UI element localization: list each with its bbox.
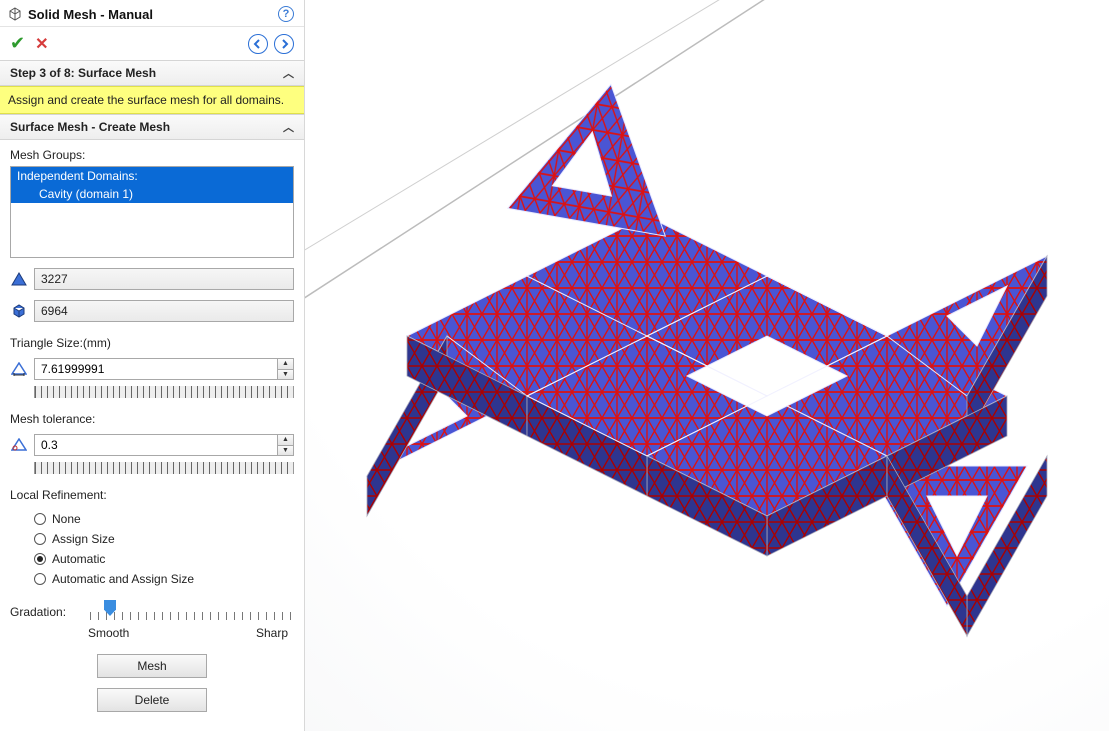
collapse-section-icon[interactable]: ︿ [283, 119, 294, 135]
refinement-option-label: Automatic [52, 552, 105, 566]
element-count-row: 6964 [10, 300, 294, 322]
mesh-preview [337, 16, 1077, 716]
node-count-row: 3227 [10, 268, 294, 290]
mesh-tolerance-spinner[interactable]: ▲▼ [277, 435, 293, 455]
section-body: Mesh Groups: Independent Domains: Cavity… [0, 140, 304, 722]
mesh-tolerance-row: ▲▼ [10, 434, 294, 456]
triangle-size-spinner[interactable]: ▲▼ [277, 359, 293, 379]
panel-title: Solid Mesh - Manual [28, 7, 278, 22]
triangle-size-row: ▲▼ [10, 358, 294, 380]
next-step-button[interactable] [274, 34, 294, 54]
panel-header: Solid Mesh - Manual ? [0, 0, 304, 27]
mesh-tolerance-input-wrap: ▲▼ [34, 434, 294, 456]
size-icon [10, 361, 28, 377]
cancel-icon[interactable]: ✕ [35, 34, 48, 54]
prev-step-button[interactable] [248, 34, 268, 54]
node-count-readout: 3227 [34, 268, 294, 290]
element-count-readout: 6964 [34, 300, 294, 322]
mesh-tolerance-label: Mesh tolerance: [10, 412, 294, 426]
radio-icon[interactable] [34, 533, 46, 545]
step-instruction: Assign and create the surface mesh for a… [0, 86, 304, 114]
mesh-tolerance-scale[interactable] [34, 462, 294, 474]
section-heading-text: Surface Mesh - Create Mesh [10, 120, 170, 134]
gradation-label: Gradation: [10, 605, 80, 619]
triangle-size-input-wrap: ▲▼ [34, 358, 294, 380]
cube-icon [8, 7, 22, 21]
mesh-button[interactable]: Mesh [97, 654, 207, 678]
refinement-option[interactable]: Assign Size [34, 532, 294, 546]
radio-icon[interactable] [34, 513, 46, 525]
ok-icon[interactable]: ✔ [10, 33, 25, 54]
triangle-size-scale[interactable] [34, 386, 294, 398]
mesh-cube-icon [10, 303, 28, 319]
delete-button[interactable]: Delete [97, 688, 207, 712]
radio-icon[interactable] [34, 573, 46, 585]
tolerance-icon [10, 437, 28, 453]
mesh-tolerance-input[interactable] [35, 435, 277, 455]
refinement-option-label: None [52, 512, 81, 526]
step-heading: Step 3 of 8: Surface Mesh ︿ [0, 60, 304, 86]
list-header[interactable]: Independent Domains: [11, 167, 293, 185]
refinement-option[interactable]: None [34, 512, 294, 526]
viewport[interactable] [305, 0, 1109, 731]
help-icon[interactable]: ? [278, 6, 294, 22]
refinement-option[interactable]: Automatic and Assign Size [34, 572, 294, 586]
radio-icon[interactable] [34, 553, 46, 565]
section-heading: Surface Mesh - Create Mesh ︿ [0, 114, 304, 140]
gradation-left-label: Smooth [88, 626, 129, 640]
triangle-size-input[interactable] [35, 359, 277, 379]
triangle-icon [10, 271, 28, 287]
refinement-option-label: Automatic and Assign Size [52, 572, 194, 586]
step-heading-text: Step 3 of 8: Surface Mesh [10, 66, 156, 80]
gradation-group: Gradation: Smooth Sharp [10, 600, 294, 640]
refinement-option[interactable]: Automatic [34, 552, 294, 566]
refinement-option-label: Assign Size [52, 532, 115, 546]
mesh-groups-label: Mesh Groups: [10, 148, 294, 162]
gradation-right-label: Sharp [256, 626, 288, 640]
property-panel: Solid Mesh - Manual ? ✔ ✕ Step 3 of 8: S… [0, 0, 305, 731]
local-refinement-label: Local Refinement: [10, 488, 294, 502]
action-bar: ✔ ✕ [0, 27, 304, 60]
mesh-groups-list[interactable]: Independent Domains: Cavity (domain 1) [10, 166, 294, 258]
triangle-size-label: Triangle Size:(mm) [10, 336, 294, 350]
list-item[interactable]: Cavity (domain 1) [11, 185, 293, 203]
collapse-step-icon[interactable]: ︿ [283, 65, 294, 81]
gradation-slider[interactable] [90, 600, 294, 624]
